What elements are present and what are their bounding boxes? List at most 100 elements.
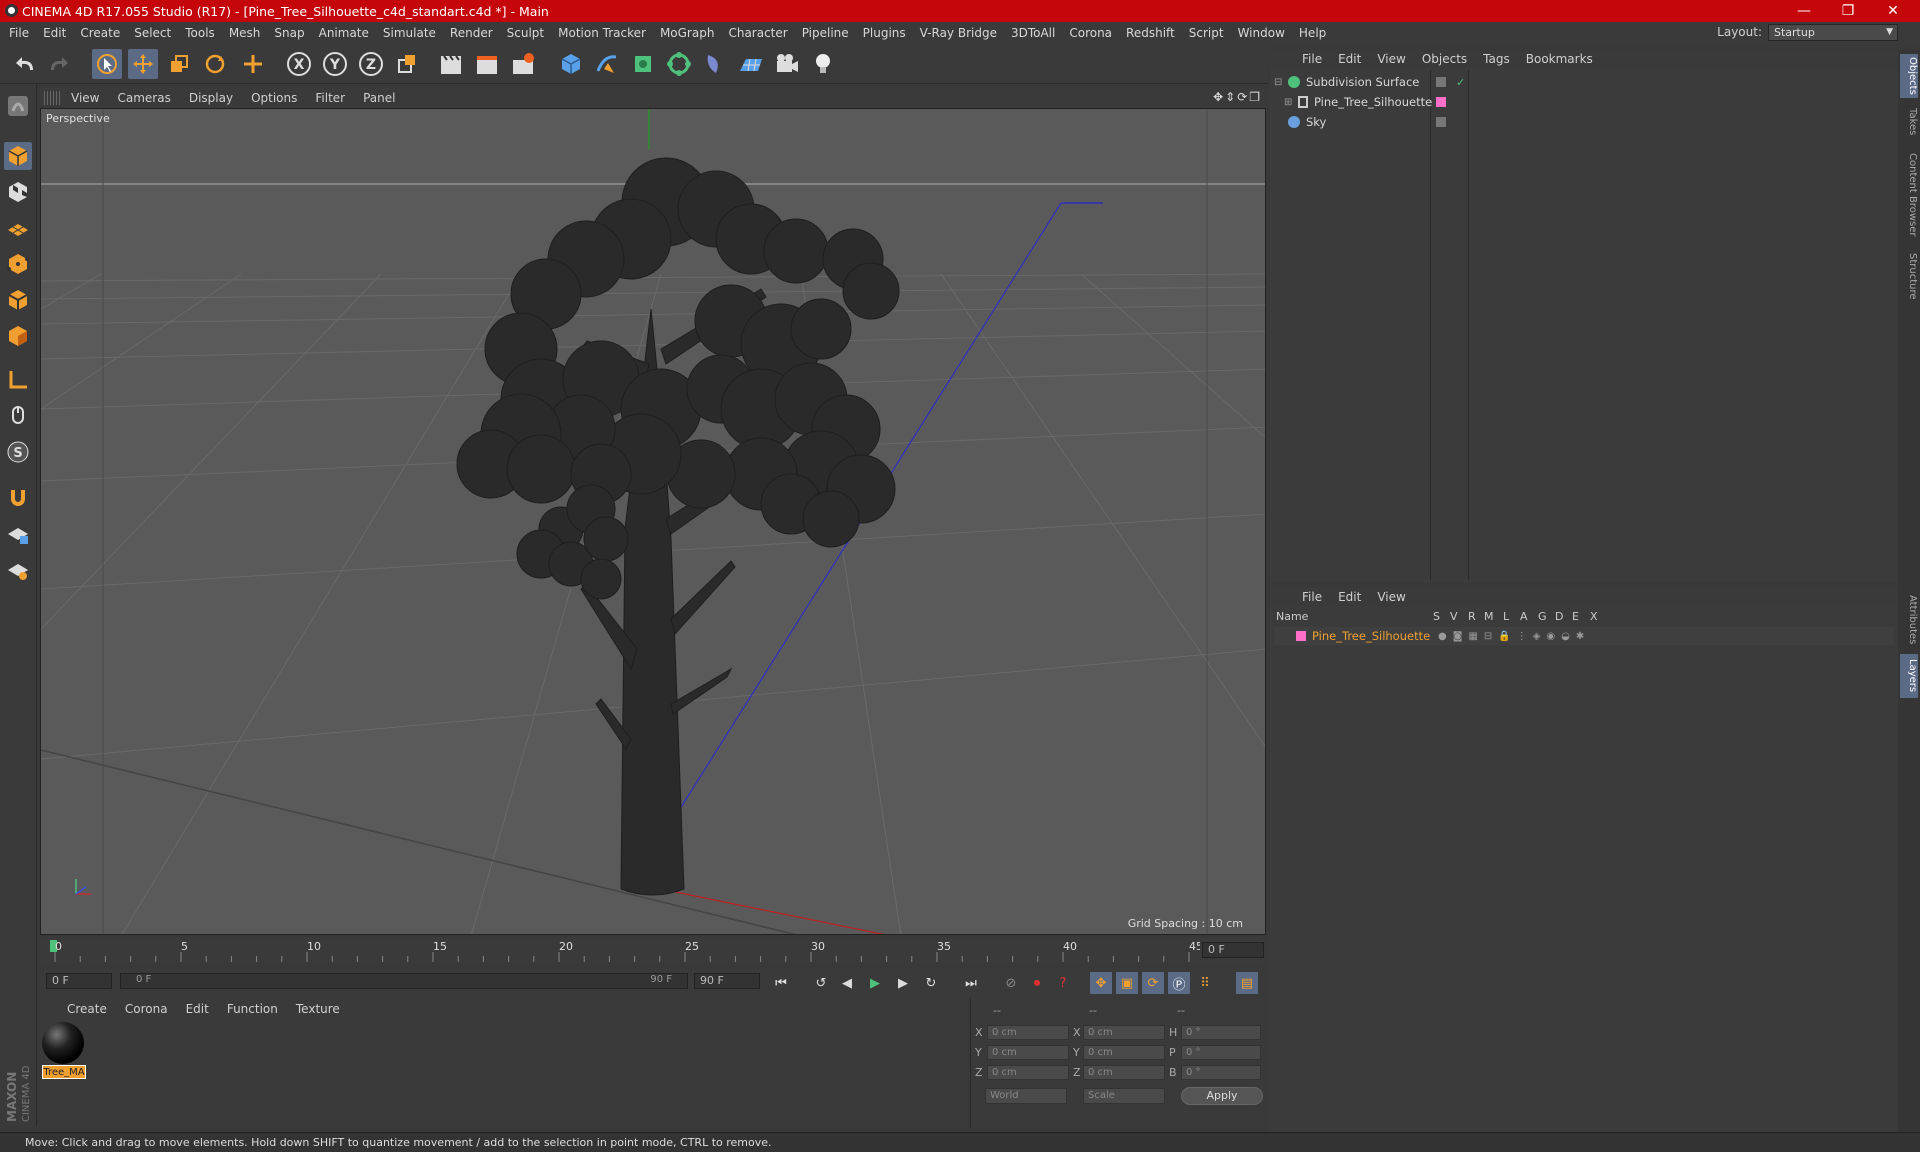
menu-vray-bridge[interactable]: V-Ray Bridge	[913, 26, 1004, 40]
material-swatch[interactable]: Tree_MA	[42, 1022, 86, 1080]
play-button[interactable]: ▶	[864, 972, 886, 994]
material-menu-create[interactable]: Create	[58, 1002, 116, 1016]
menu-animate[interactable]: Animate	[312, 26, 376, 40]
viewport-menu-view[interactable]: View	[62, 91, 108, 105]
workplane-mode-button[interactable]	[4, 214, 32, 242]
close-button[interactable]: ✕	[1873, 0, 1913, 22]
object-menu-objects[interactable]: Objects	[1414, 52, 1475, 66]
menu-render[interactable]: Render	[443, 26, 500, 40]
layer-row[interactable]: Pine_Tree_Silhouette ●◙▦⊟🔒⋮◈◉◒✱	[1274, 627, 1894, 645]
layer-toggle-icons[interactable]: ●◙▦⊟🔒⋮◈◉◒✱	[1438, 631, 1590, 642]
material-menu-edit[interactable]: Edit	[177, 1002, 218, 1016]
menu-select[interactable]: Select	[127, 26, 178, 40]
scale-tool-button[interactable]	[164, 49, 194, 79]
viewport-menu-cameras[interactable]: Cameras	[108, 91, 179, 105]
menu-help[interactable]: Help	[1292, 26, 1333, 40]
tab-attributes[interactable]: Attributes	[1900, 590, 1918, 650]
model-mode-button[interactable]	[4, 142, 32, 170]
size-z-field[interactable]: 0 cm	[1083, 1065, 1165, 1080]
coordinate-system-button[interactable]	[392, 49, 422, 79]
maximize-button[interactable]: ❐	[1828, 0, 1868, 22]
menu-tools[interactable]: Tools	[178, 26, 222, 40]
render-view-button[interactable]	[436, 49, 466, 79]
object-row-pine-tree[interactable]: ⊞ Pine_Tree_Silhouette	[1274, 93, 1894, 111]
next-keyframe-button[interactable]: ↻	[920, 972, 942, 994]
auto-key-button[interactable]: ?	[1052, 972, 1074, 994]
menu-plugins[interactable]: Plugins	[856, 26, 913, 40]
move-tool-button[interactable]	[128, 49, 158, 79]
layout-select[interactable]: Startup ▼	[1768, 24, 1898, 41]
locked-workplane-button[interactable]	[4, 520, 32, 548]
rot-b-field[interactable]: 0 °	[1181, 1065, 1261, 1080]
menu-sculpt[interactable]: Sculpt	[500, 26, 551, 40]
menu-script[interactable]: Script	[1182, 26, 1231, 40]
pen-spline-button[interactable]	[592, 49, 622, 79]
timeline-ruler[interactable]: 051015202530354045505560657075808590 0 F	[40, 938, 1266, 964]
material-menu-corona[interactable]: Corona	[116, 1002, 177, 1016]
menu-character[interactable]: Character	[721, 26, 794, 40]
minimize-button[interactable]: —	[1784, 0, 1824, 22]
apply-button[interactable]: Apply	[1181, 1087, 1263, 1105]
layer-color-swatch[interactable]	[1296, 631, 1306, 641]
record-button[interactable]: ⏺	[1026, 972, 1048, 994]
layer-menu-edit[interactable]: Edit	[1330, 590, 1369, 604]
object-menu-tags[interactable]: Tags	[1475, 52, 1518, 66]
cube-button[interactable]	[556, 49, 586, 79]
render-settings-button[interactable]	[508, 49, 538, 79]
enabled-check-icon[interactable]: ✓	[1456, 76, 1465, 89]
layer-menu-view[interactable]: View	[1369, 590, 1413, 604]
y-axis-button[interactable]: Y	[320, 49, 350, 79]
menu-window[interactable]: Window	[1231, 26, 1292, 40]
menu-mograph[interactable]: MoGraph	[653, 26, 722, 40]
menu-simulate[interactable]: Simulate	[376, 26, 443, 40]
start-frame-field[interactable]: 0 F	[46, 973, 112, 989]
select-tool-button[interactable]	[92, 49, 122, 79]
object-menu-edit[interactable]: Edit	[1330, 52, 1369, 66]
menu-edit[interactable]: Edit	[36, 26, 73, 40]
array-button[interactable]	[664, 49, 694, 79]
menu-snap[interactable]: Snap	[267, 26, 311, 40]
perspective-viewport[interactable]: Perspective Grid Spacing : 10 cm	[40, 108, 1266, 935]
last-tool-button[interactable]	[238, 49, 268, 79]
size-y-field[interactable]: 0 cm	[1083, 1045, 1165, 1060]
go-to-start-button[interactable]: ⏮	[770, 972, 792, 994]
coordinate-mode-select[interactable]: World	[985, 1088, 1067, 1104]
viewport-menu-options[interactable]: Options	[242, 91, 306, 105]
menu-3dtoall[interactable]: 3DToAll	[1004, 26, 1062, 40]
tab-takes[interactable]: Takes	[1900, 102, 1918, 142]
viewport-menu-display[interactable]: Display	[180, 91, 242, 105]
menu-create[interactable]: Create	[73, 26, 127, 40]
render-region-button[interactable]	[472, 49, 502, 79]
floor-button[interactable]	[736, 49, 766, 79]
size-x-field[interactable]: 0 cm	[1083, 1025, 1165, 1040]
key-rotation-button[interactable]: ⟳	[1142, 972, 1164, 994]
timeline-window-button[interactable]: ▤	[1236, 972, 1258, 994]
next-frame-button[interactable]: ▶	[892, 972, 914, 994]
edges-mode-button[interactable]	[4, 286, 32, 314]
menu-corona[interactable]: Corona	[1062, 26, 1119, 40]
menu-motion-tracker[interactable]: Motion Tracker	[551, 26, 653, 40]
camera-button[interactable]	[772, 49, 802, 79]
rot-h-field[interactable]: 0 °	[1181, 1025, 1261, 1040]
make-editable-button[interactable]	[4, 92, 32, 120]
size-mode-select[interactable]: Scale	[1083, 1088, 1165, 1104]
key-scale-button[interactable]: ▣	[1116, 972, 1138, 994]
texture-mode-button[interactable]	[4, 178, 32, 206]
key-position-button[interactable]: ✥	[1090, 972, 1112, 994]
subdivision-button[interactable]	[628, 49, 658, 79]
tab-structure[interactable]: Structure	[1900, 248, 1918, 304]
x-axis-button[interactable]: X	[284, 49, 314, 79]
rotate-tool-button[interactable]	[200, 49, 230, 79]
pos-x-field[interactable]: 0 cm	[987, 1025, 1069, 1040]
previous-keyframe-button[interactable]: ↺	[810, 972, 832, 994]
menu-mesh[interactable]: Mesh	[222, 26, 268, 40]
snap-button[interactable]: S	[4, 438, 32, 466]
pos-y-field[interactable]: 0 cm	[987, 1045, 1069, 1060]
material-menu-texture[interactable]: Texture	[287, 1002, 349, 1016]
planar-workplane-button[interactable]	[4, 556, 32, 584]
end-frame-field[interactable]: 90 F	[694, 973, 760, 989]
key-pla-button[interactable]: ⠿	[1194, 972, 1216, 994]
viewport-menu-panel[interactable]: Panel	[354, 91, 404, 105]
current-frame-field[interactable]: 0 F	[1202, 942, 1264, 958]
material-menu-function[interactable]: Function	[218, 1002, 287, 1016]
